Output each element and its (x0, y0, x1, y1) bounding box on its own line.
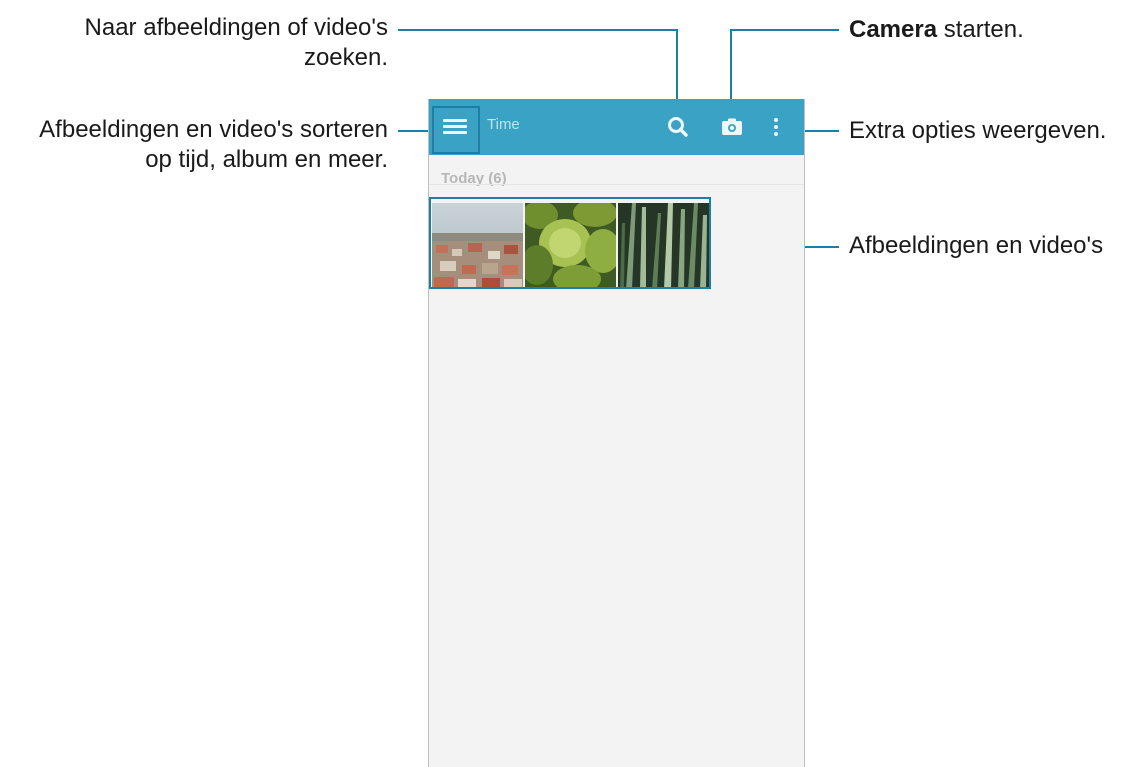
search-icon[interactable] (665, 114, 691, 140)
options-callout-text: Extra opties weergeven. (849, 117, 1107, 144)
camera-callout-rest: starten. (937, 16, 1024, 43)
menu-highlight-box (432, 106, 480, 154)
search-leader-horizontal (398, 29, 677, 31)
camera-leader-horizontal (730, 29, 839, 31)
sort-callout-line1: Afbeeldingen en video's sorteren (39, 116, 388, 143)
section-divider (429, 184, 804, 185)
action-bar: Time (429, 99, 804, 155)
camera-callout: Camera starten. (849, 15, 1024, 45)
media-callout-text: Afbeeldingen en video's (849, 232, 1104, 259)
sort-callout-line2: op tijd, album en meer. (145, 146, 388, 173)
camera-icon[interactable] (719, 114, 745, 140)
search-callout-line1: Naar afbeeldingen of video's (84, 14, 388, 41)
sort-leader (398, 130, 432, 132)
media-callout: Afbeeldingen en video's (849, 231, 1103, 261)
options-callout: Extra opties weergeven. (849, 116, 1106, 146)
search-callout-line2: zoeken. (303, 44, 388, 71)
screen-title: Time (487, 116, 520, 133)
sort-callout: Afbeeldingen en video's sorteren op tijd… (39, 115, 388, 175)
search-callout: Naar afbeeldingen of video's zoeken. (85, 13, 388, 73)
more-options-icon[interactable] (770, 113, 782, 141)
camera-callout-bold: Camera (849, 16, 938, 43)
media-highlight-box (429, 197, 711, 289)
